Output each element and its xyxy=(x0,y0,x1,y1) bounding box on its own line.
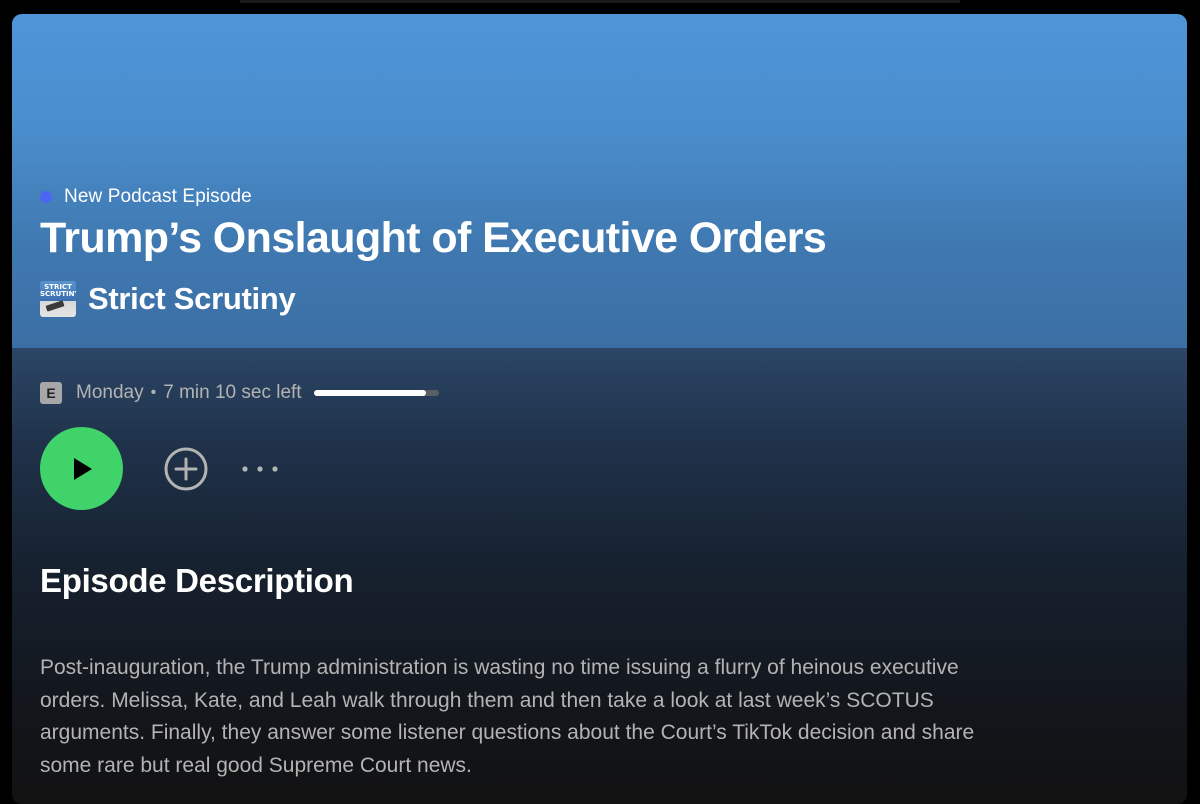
progress-bar xyxy=(313,390,439,396)
episode-page: New Podcast Episode Trump’s Onslaught of… xyxy=(12,14,1187,804)
show-artwork[interactable]: STRICT SCRUTINY xyxy=(40,281,76,317)
episode-controls xyxy=(40,427,283,510)
time-left: 7 min 10 sec left xyxy=(163,382,302,403)
badge-label: New Podcast Episode xyxy=(64,186,252,207)
new-episode-badge: New Podcast Episode xyxy=(40,186,252,208)
play-button[interactable] xyxy=(40,427,123,510)
description-heading: Episode Description xyxy=(40,562,354,599)
gavel-icon xyxy=(45,300,65,312)
more-horizontal-icon xyxy=(242,465,278,472)
add-circle-icon xyxy=(164,447,208,490)
play-icon xyxy=(73,457,92,480)
episode-meta: E Monday • 7 min 10 sec left xyxy=(40,382,439,404)
explicit-badge: E xyxy=(40,382,62,404)
show-art-text-2: SCRUTINY xyxy=(40,290,76,298)
show-link[interactable]: STRICT SCRUTINY Strict Scrutiny xyxy=(40,281,296,317)
progress-fill xyxy=(313,390,427,396)
episode-title: Trump’s Onslaught of Executive Orders xyxy=(40,214,827,262)
episode-date: Monday xyxy=(76,382,144,403)
add-to-library-button[interactable] xyxy=(163,446,209,492)
description-body: Post-inauguration, the Trump administrat… xyxy=(40,656,975,777)
more-options-button[interactable] xyxy=(237,446,283,492)
meta-separator: • xyxy=(150,384,157,401)
show-name[interactable]: Strict Scrutiny xyxy=(88,281,296,317)
new-dot-icon xyxy=(40,191,52,203)
window-top-strip xyxy=(240,0,960,3)
